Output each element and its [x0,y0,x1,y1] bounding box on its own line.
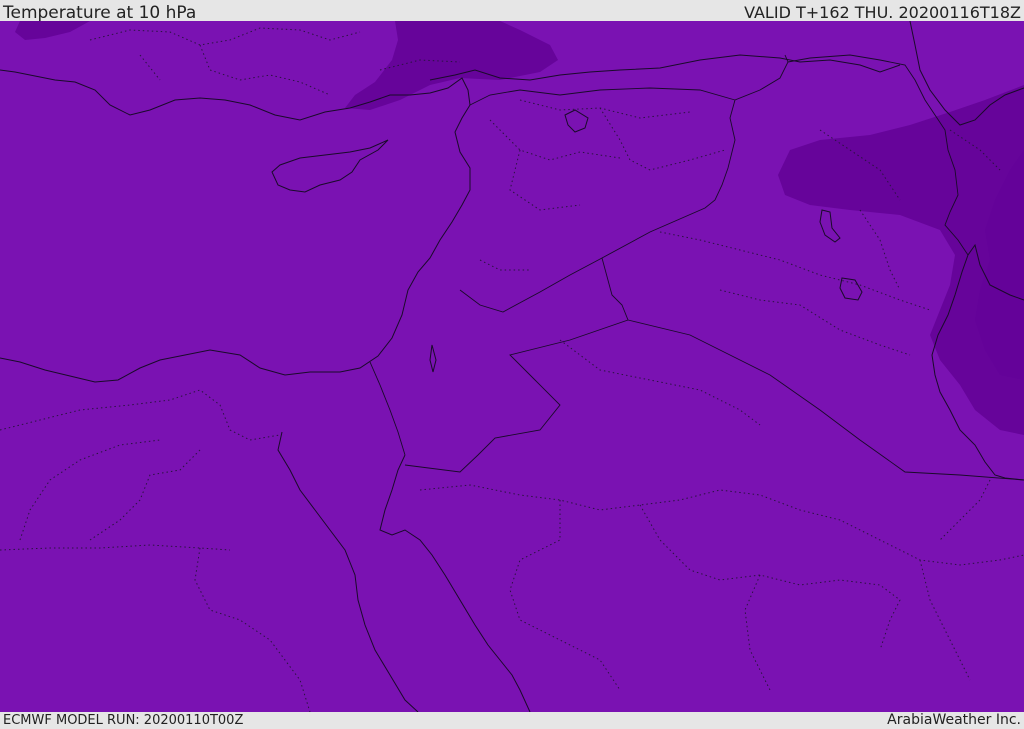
model-run-label: ECMWF MODEL RUN: 20200110T00Z [3,713,244,728]
map-frame: Temperature at 10 hPa VALID T+162 THU. 2… [0,0,1024,729]
map-background [0,21,1024,712]
map-title: Temperature at 10 hPa [3,3,197,23]
header-bar: Temperature at 10 hPa VALID T+162 THU. 2… [0,0,1024,23]
footer-bar: ECMWF MODEL RUN: 20200110T00Z ArabiaWeat… [0,712,1024,729]
valid-time: VALID T+162 THU. 20200116T18Z [744,3,1021,22]
temperature-map [0,21,1024,712]
credit-label: ArabiaWeather Inc. [887,712,1021,728]
